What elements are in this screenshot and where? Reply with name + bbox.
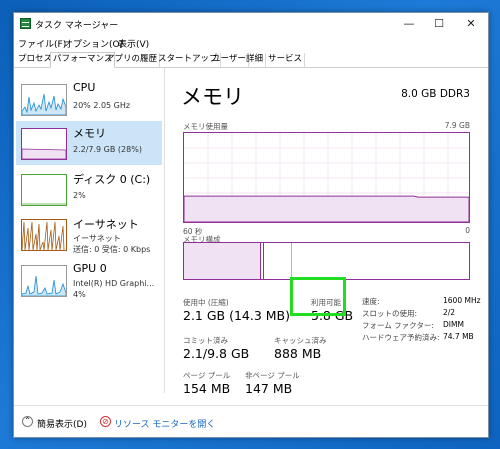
detail-title: メモリ [181,85,244,109]
memory-usage-graph-svg [183,133,470,223]
sidebar-item-gpu[interactable]: GPU 0 Intel(R) HD Graphi... 4% [16,258,162,302]
committed-label: コミット済み [183,336,228,345]
cpu-thumbnail-svg [22,93,66,115]
ethernet-label: イーサネット [73,218,139,231]
gpu-thumbnail-graph [21,265,67,297]
slots-value: 2/2 [443,308,456,317]
speed-value: 1600 MHz [443,296,481,305]
disk-thumbnail-graph [21,174,67,206]
memory-detail-panel: メモリ 8.0 GB DDR3 メモリ使用量 7.9 GB 60 秒 0 メモリ… [174,68,484,396]
gpu-label: GPU 0 [73,262,107,275]
menu-options[interactable]: オプション(O) [64,37,123,50]
window-title: タスク マネージャー [35,21,119,31]
gpu-thumbnail-svg [22,275,66,296]
hardware-reserved-value: 74.7 MB [443,332,474,341]
nonpaged-pool-label: 非ページ プール [245,371,300,380]
nonpaged-pool-value: 147 MB [245,381,293,396]
resource-monitor-icon[interactable]: ⊘ [100,416,111,427]
chevron-up-icon[interactable]: ⌃ [22,416,33,427]
resource-monitor-link[interactable]: リソース モニターを開く [114,417,215,430]
usage-graph-max: 7.9 GB [444,121,470,130]
slots-label: スロットの使用: [362,309,418,318]
cached-value: 888 MB [274,346,322,361]
cpu-label: CPU [73,81,96,94]
cached-label: キャッシュ済み [274,336,327,345]
sidebar-item-memory[interactable]: メモリ 2.2/7.9 GB (28%) [16,121,162,165]
resource-sidebar: CPU 20% 2.05 GHz メモリ 2.2/7.9 GB (28%) ディ… [14,68,165,393]
available-highlight-box [290,277,346,316]
graph-time-end: 0 [465,226,470,235]
memory-usage: 2.2/7.9 GB (28%) [73,145,142,154]
footer-bar: ⌃ 簡易表示(D) ⊘ リソース モニターを開く [14,405,488,438]
task-manager-window: タスク マネージャー — ☐ ✕ ファイル(F) オプション(O) 表示(V) … [13,12,489,438]
menu-view[interactable]: 表示(V) [118,37,149,50]
memory-composition-bar [183,242,470,280]
title-bar: タスク マネージャー — ☐ ✕ [14,13,488,35]
gpu-model: Intel(R) HD Graphi... [73,279,155,288]
in-use-label: 使用中 (圧縮) [183,298,229,307]
form-factor-label: フォーム ファクター: [362,321,434,330]
paged-pool-value: 154 MB [183,381,231,396]
ethernet-adapter: イーサネット [73,234,121,243]
form-factor-value: DIMM [443,320,464,329]
tab-strip: プロセス パフォーマンス アプリの履歴 スタートアップ ユーザー 詳細 サービス [14,51,488,68]
tab-services[interactable]: サービス [266,53,306,67]
memory-thumbnail-svg [22,148,66,159]
disk-usage: 2% [73,191,86,200]
sidebar-item-ethernet[interactable]: イーサネット イーサネット 送信: 0 受信: 0 Kbps [16,212,162,256]
speed-label: 速度: [362,297,380,306]
ethernet-thumbnail-graph [21,219,67,251]
tab-app-history[interactable]: アプリの履歴 [104,53,161,67]
in-use-value: 2.1 GB (14.3 MB) [183,308,291,323]
menu-bar: ファイル(F) オプション(O) 表示(V) [14,36,488,50]
composition-standby [264,243,292,279]
memory-label: メモリ [73,127,106,140]
memory-usage-graph [183,132,470,223]
task-manager-app-icon [20,18,31,29]
close-button[interactable]: ✕ [456,13,486,35]
sidebar-item-disk[interactable]: ディスク 0 (C:) 2% [16,167,162,211]
usage-graph-label: メモリ使用量 [183,122,228,131]
committed-value: 2.1/9.8 GB [183,346,250,361]
paged-pool-label: ページ プール [183,371,231,380]
disk-thumbnail-svg [22,203,66,205]
composition-in-use [184,243,261,279]
gpu-usage: 4% [73,290,86,299]
cpu-usage: 20% 2.05 GHz [73,101,131,110]
fewer-details-link[interactable]: 簡易表示(D) [37,417,87,430]
minimize-button[interactable]: — [394,13,424,35]
tab-details[interactable]: 詳細 [244,53,267,67]
sidebar-item-cpu[interactable]: CPU 20% 2.05 GHz [16,77,162,121]
ethernet-thumbnail-svg [22,221,65,250]
maximize-button[interactable]: ☐ [424,13,454,35]
memory-spec: 8.0 GB DDR3 [401,88,470,100]
cpu-thumbnail-graph [21,84,67,116]
menu-file[interactable]: ファイル(F) [18,37,66,50]
disk-label: ディスク 0 (C:) [73,173,151,186]
ethernet-throughput: 送信: 0 受信: 0 Kbps [73,245,151,254]
memory-usage-area [183,195,470,223]
hardware-reserved-label: ハードウェア予約済み: [362,333,440,342]
memory-thumbnail-graph [21,128,67,160]
